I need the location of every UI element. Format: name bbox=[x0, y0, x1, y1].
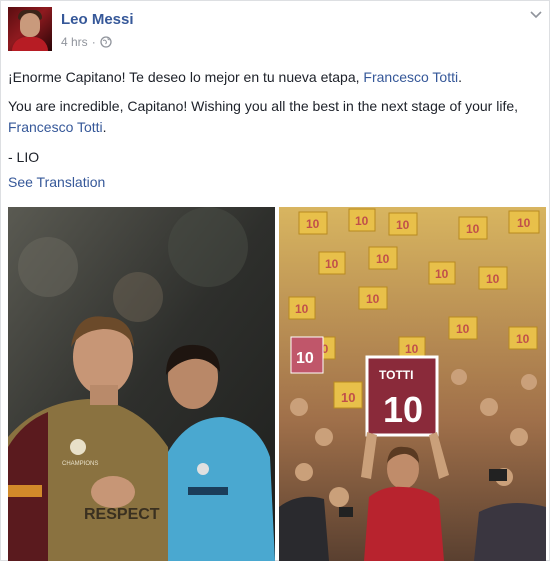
svg-text:10: 10 bbox=[306, 217, 320, 231]
svg-text:10: 10 bbox=[341, 390, 355, 405]
svg-text:10: 10 bbox=[517, 216, 531, 230]
svg-text:10: 10 bbox=[466, 222, 480, 236]
english-text: You are incredible, Capitano! Wishing yo… bbox=[8, 98, 519, 135]
crowd-sign-number: 10 bbox=[296, 350, 314, 367]
svg-text:10: 10 bbox=[295, 302, 309, 316]
mention-link-spanish[interactable]: Francesco Totti bbox=[363, 69, 458, 85]
globe-icon[interactable] bbox=[100, 36, 112, 48]
photo-collage[interactable]: RESPECT CHAMPIONS 10 10 10 10 10 10 10 1… bbox=[8, 207, 546, 561]
post-header: Leo Messi 4 hrs · bbox=[8, 7, 544, 55]
svg-text:10: 10 bbox=[376, 252, 390, 266]
post-meta: 4 hrs · bbox=[61, 35, 112, 49]
photo-crowd[interactable]: 10 10 10 10 10 10 10 10 10 10 10 10 10 10 10 10 10… bbox=[279, 207, 546, 561]
svg-text:10: 10 bbox=[486, 272, 500, 286]
jersey-badge: RESPECT bbox=[84, 506, 160, 523]
facebook-post: Leo Messi 4 hrs · ¡Enorme Capitano! Te d… bbox=[0, 0, 550, 561]
signature: - LIO bbox=[8, 149, 40, 165]
avatar[interactable] bbox=[8, 7, 52, 51]
svg-text:10: 10 bbox=[435, 267, 449, 281]
champions-patch: CHAMPIONS bbox=[62, 461, 98, 467]
post-time[interactable]: 4 hrs bbox=[61, 35, 88, 49]
chevron-down-icon[interactable] bbox=[528, 9, 544, 21]
svg-text:10: 10 bbox=[325, 257, 339, 271]
meta-separator: · bbox=[91, 35, 96, 49]
totti-sign-number: 10 bbox=[383, 389, 423, 430]
mention-link-english[interactable]: Francesco Totti bbox=[8, 119, 103, 135]
photo-players[interactable]: RESPECT CHAMPIONS bbox=[8, 207, 275, 561]
svg-text:10: 10 bbox=[405, 342, 419, 356]
author-name[interactable]: Leo Messi bbox=[61, 11, 134, 28]
see-translation-link[interactable]: See Translation bbox=[8, 174, 105, 190]
svg-text:10: 10 bbox=[456, 322, 470, 336]
svg-text:10: 10 bbox=[396, 218, 410, 232]
svg-text:10: 10 bbox=[516, 332, 530, 346]
spanish-text: ¡Enorme Capitano! Te deseo lo mejor en t… bbox=[8, 69, 462, 85]
svg-text:10: 10 bbox=[355, 214, 369, 228]
totti-sign-name: TOTTI bbox=[379, 368, 413, 382]
svg-text:10: 10 bbox=[366, 292, 380, 306]
